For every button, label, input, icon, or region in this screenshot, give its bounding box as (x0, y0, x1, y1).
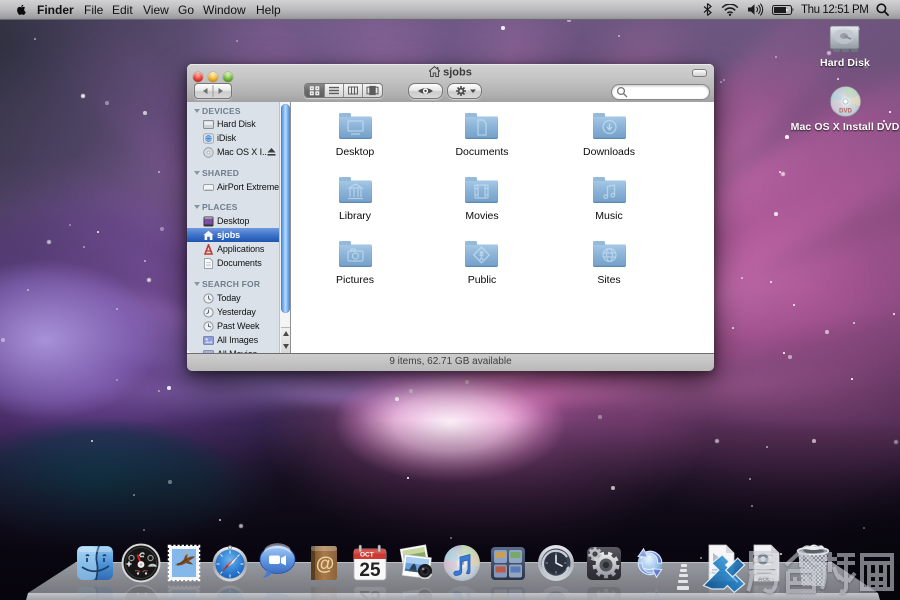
svg-text:25: 25 (359, 560, 381, 581)
svg-text:OCT: OCT (360, 552, 374, 559)
svg-text:DVD: DVD (839, 109, 852, 115)
svg-text:@: @ (316, 554, 335, 575)
